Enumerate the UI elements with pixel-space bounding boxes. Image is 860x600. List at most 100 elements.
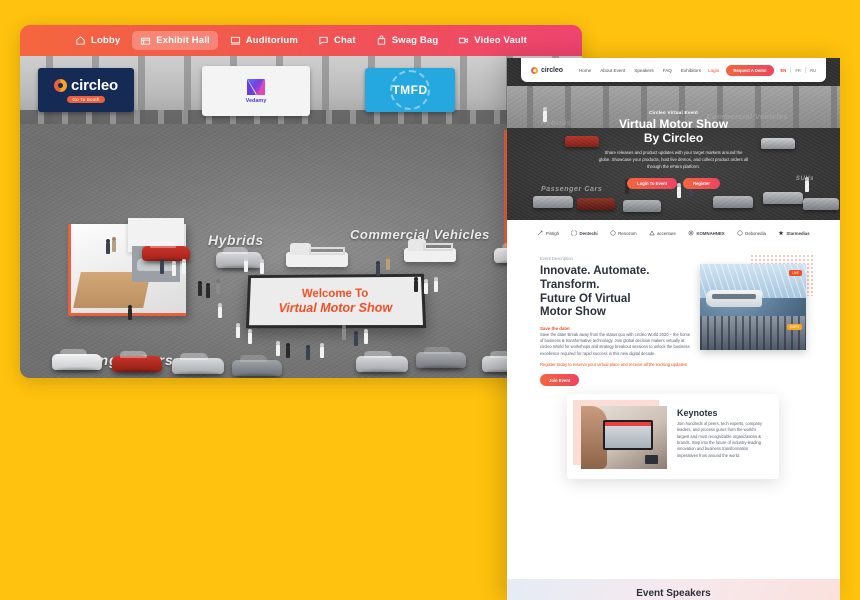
keynotes-body: Join hundreds of peers, tech experts, co… [677,421,763,458]
partner-logo-starmedias: Starmedias [778,230,810,236]
nav-item-label: Video Vault [474,35,527,46]
lang-option-fr[interactable]: FR [795,68,801,73]
vedamy-logo-icon [247,78,265,95]
hero-car-red-2 [577,198,615,210]
screen-icon [230,35,241,46]
attendee [386,258,390,270]
attendee [248,332,252,344]
site-navbar: circleo Home About Event Speakers FAQ Ex… [521,58,826,82]
car-silver-2[interactable] [172,352,224,374]
request-demo-button[interactable]: Request A Demo [726,64,774,76]
booth-sign-label: Vedamy [245,97,267,104]
attendee [424,282,428,294]
partner-logo-renozom: Renozom [610,230,637,236]
car-red-1[interactable] [112,350,162,372]
attendee [128,308,132,320]
car-white-1[interactable] [52,348,102,370]
nav-item-label: Lobby [91,35,121,46]
attendee [106,242,110,254]
attendee [286,346,290,358]
hall-navbar: Lobby Exhibit Hall Auditorium Chat Swag … [20,25,582,56]
exhibit-hall-scene[interactable]: circleo Go To Booth Vedamy TMFD Welcome … [20,56,582,378]
site-brand[interactable]: circleo [531,66,563,74]
site-nav-link-about-event[interactable]: About Event [600,68,625,73]
nav-item-exhibit-hall[interactable]: Exhibit Hall [132,31,218,50]
truck-commercial-2[interactable] [404,239,456,262]
heading-line-1: Innovate. Automate. [540,265,650,277]
hero-register-button[interactable]: Register [683,178,720,190]
site-nav-link-exhibitors[interactable]: Exhibitors [681,68,701,73]
attendee [172,264,176,276]
virtual-hall-window: Lobby Exhibit Hall Auditorium Chat Swag … [20,25,582,378]
keynotes-photo [581,406,667,469]
car-grey-2[interactable] [416,346,466,368]
car-silver-suv-1[interactable] [216,246,262,268]
booth-sign-tagline: Go To Booth [67,96,105,103]
attendee [198,284,202,296]
partner-name: Renozom [618,230,637,236]
attendee [342,328,346,340]
nav-item-auditorium[interactable]: Auditorium [222,31,306,50]
circle-icon [610,230,616,236]
save-the-date-label: Save the date! [540,326,570,332]
caret-icon [648,230,655,236]
tmfd-halo-icon [390,70,430,110]
partners-strip: Pintigh Dentechi Renozom accenture KOMNA… [507,220,840,246]
truck-commercial-1[interactable] [286,243,348,267]
attendee [160,262,164,274]
attendee [276,344,280,356]
lang-option-ru[interactable]: RU [810,68,816,73]
partner-name: KOMNAHNEX [696,230,725,236]
nav-item-video-vault[interactable]: Video Vault [450,31,535,50]
hero-title-line-1: Virtual Motor Show [618,117,729,131]
partner-name: Pintigh [545,230,560,236]
site-nav-links: Home About Event Speakers FAQ Exhibitors [579,68,701,73]
photo-train [706,290,762,307]
hero-title-line-2: By Circleo [643,131,704,146]
hero-title: Virtual Motor Show By Circleo [619,117,728,145]
hero-login-button[interactable]: Login To Event [627,178,678,190]
lang-option-en[interactable]: EN [781,68,787,73]
hero-content: Circleo Virtual Event Virtual Motor Show… [507,110,840,190]
site-login-link[interactable]: Login [708,68,719,73]
nav-item-label: Auditorium [245,35,298,46]
partner-name: Debonedia [745,230,766,236]
photo-crowd [700,316,806,350]
exhibition-stand-left[interactable] [68,218,186,316]
description-body: Save the date! Break away from the statu… [540,332,691,356]
photo-phone [645,455,658,464]
partner-logo-dentechi: Dentechi [570,230,598,236]
site-nav-link-faq[interactable]: FAQ [663,68,672,73]
website-mockup: Hybrids Commercial Vehicles Passenger Ca… [507,58,840,600]
join-event-button[interactable]: Join Event [540,374,580,387]
heading-line-2: Transform. [540,278,600,291]
site-nav-link-speakers[interactable]: Speakers [634,68,653,73]
heading-line-4: Motor Show [540,306,606,319]
nav-item-label: Swag Bag [391,35,439,46]
car-silver-3[interactable] [356,350,408,372]
partner-name: accenture [657,230,676,236]
attendee [320,346,324,358]
attendee [182,262,186,274]
feather-icon [537,230,543,236]
nav-item-lobby[interactable]: Lobby [67,31,128,50]
circleo-logo-icon [531,66,538,74]
attendee [206,286,210,298]
brackets-icon [570,230,578,236]
section-eyebrow: Event Description [540,256,573,261]
booth-sign-vedamy[interactable]: Vedamy [202,66,310,116]
keynotes-image-frame [573,400,667,469]
attendee [414,280,418,292]
booth-sign-circleo[interactable]: circleo Go To Booth [38,68,134,112]
site-nav-link-home[interactable]: Home [579,68,591,73]
photo-tag-live: LIVE [789,270,802,276]
home-icon [75,35,86,46]
partner-logo-debonedia: Debonedia [737,230,766,236]
car-grey-1[interactable] [232,354,282,376]
attendee [112,240,116,252]
nav-item-chat[interactable]: Chat [310,31,364,50]
hero-car-silver-4 [763,192,803,204]
nav-item-swag-bag[interactable]: Swag Bag [368,31,447,50]
hero-car-silver-1 [533,196,573,208]
booth-sign-tmfd[interactable]: TMFD [365,68,455,112]
